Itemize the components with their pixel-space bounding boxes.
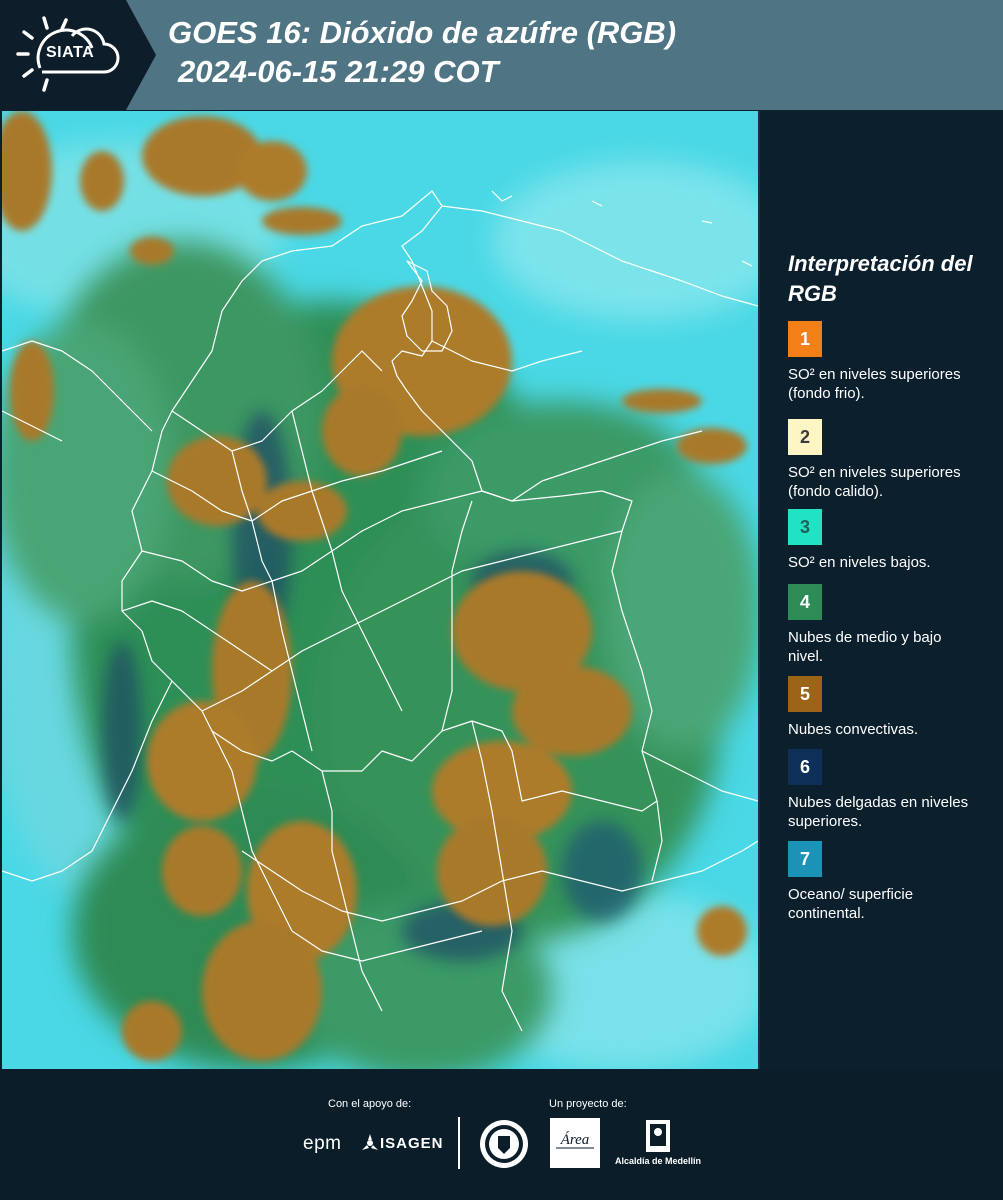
alcaldia-logo[interactable]: Alcaldía de Medellín — [612, 1118, 704, 1170]
divider — [758, 111, 760, 1069]
legend-swatch: 7 — [788, 841, 822, 877]
project-caption: Un proyecto de: — [549, 1098, 627, 1110]
legend-label: SO² en niveles superiores (fondo calido)… — [788, 464, 961, 500]
legend-label: SO² en niveles bajos. — [788, 554, 931, 571]
alcaldia-logo-text: Alcaldía de Medellín — [614, 1156, 702, 1166]
header-bar: SIATA GOES 16: Dióxido de azúfre (RGB) 2… — [0, 0, 1003, 110]
legend-label: Oceano/ superficie continental. — [788, 886, 914, 922]
medellin-seal-logo[interactable] — [478, 1118, 530, 1170]
legend-label: Nubes delgadas en niveles superiores. — [788, 794, 969, 830]
legend-swatch: 1 — [788, 321, 822, 357]
legend-label: Nubes de medio y bajo nivel. — [788, 629, 942, 665]
support-caption: Con el apoyo de: — [328, 1098, 412, 1110]
legend-swatch: 3 — [788, 509, 822, 545]
footer-divider — [458, 1117, 460, 1169]
legend-label: SO² en niveles superiores (fondo frio). — [788, 366, 961, 402]
legend-swatch: 4 — [788, 584, 822, 620]
legend-swatch: 6 — [788, 749, 822, 785]
area-logo-mark: Área — [556, 1131, 594, 1149]
isagen-logo[interactable]: ISAGEN — [360, 1132, 443, 1154]
area-metropolitana-logo[interactable]: Área — [550, 1118, 600, 1168]
alcaldia-shield-icon — [646, 1120, 670, 1152]
footer: Con el apoyo de: Un proyecto de: epm ISA… — [0, 1070, 1003, 1200]
legend-label: Nubes convectivas. — [788, 721, 919, 738]
map-canvas — [2, 111, 758, 1069]
legend-swatch: 2 — [788, 419, 822, 455]
legend-panel: Interpretación del RGB 1 SO² en niveles … — [762, 111, 1003, 1069]
area-logo-text: Área — [560, 1131, 590, 1148]
isagen-mark-icon — [362, 1134, 378, 1150]
siata-logo[interactable]: SIATA — [0, 0, 156, 110]
isagen-logo-text: ISAGEN — [380, 1135, 444, 1152]
legend-title: Interpretación del RGB — [788, 251, 973, 306]
timestamp: 2024-06-15 21:29 COT — [178, 54, 499, 89]
satellite-map[interactable] — [2, 111, 758, 1069]
page-title: GOES 16: Dióxido de azúfre (RGB) — [168, 15, 677, 50]
logo-text: SIATA — [46, 44, 95, 61]
legend-swatch: 5 — [788, 676, 822, 712]
epm-logo[interactable]: epm — [303, 1133, 341, 1155]
